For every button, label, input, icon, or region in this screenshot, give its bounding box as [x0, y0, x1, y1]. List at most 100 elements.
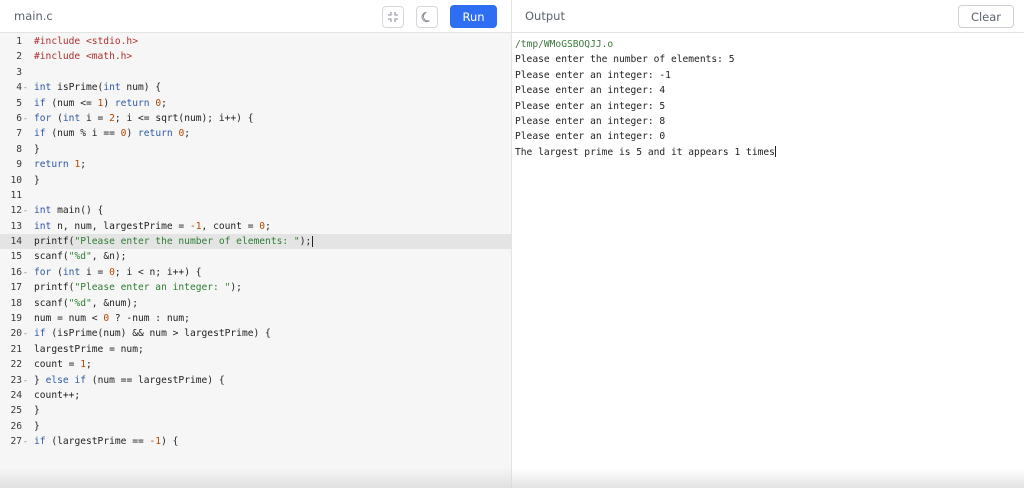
line-number: 23: [10, 374, 22, 386]
code-text: if (isPrime(num) && num > largestPrime) …: [34, 326, 271, 341]
code-token: (num <=: [45, 97, 98, 109]
code-text: #include <math.h>: [34, 49, 132, 64]
code-text: for (int i = 2; i <= sqrt(num); i++) {: [34, 111, 254, 126]
code-line[interactable]: 17 printf("Please enter an integer: ");: [0, 280, 511, 295]
code-token: if: [34, 436, 46, 448]
line-number: 1: [16, 36, 22, 47]
code-token: -1: [149, 436, 162, 448]
fold-toggle-icon[interactable]: -: [23, 326, 31, 341]
code-token: return: [138, 128, 173, 140]
code-token: if: [34, 328, 46, 340]
code-text: }: [34, 403, 40, 418]
code-token: <math.h>: [85, 51, 133, 63]
code-line[interactable]: 16- for (int i = 0; i < n; i++) {: [0, 265, 511, 280]
line-number: 7: [16, 128, 22, 140]
output-text: Please enter an integer: 8: [515, 115, 666, 127]
code-text: printf("Please enter an integer: ");: [34, 280, 242, 295]
code-line[interactable]: 9 return 1;: [0, 157, 511, 172]
code-token: else: [45, 374, 69, 386]
fold-toggle-icon[interactable]: -: [23, 434, 31, 449]
code-text: for (int i = 0; i < n; i++) {: [34, 265, 202, 280]
code-text: }: [34, 173, 40, 188]
code-token: ): [103, 97, 115, 109]
output-line: Please enter an integer: -1: [515, 68, 1024, 83]
code-token: (: [51, 266, 63, 278]
fold-toggle-icon[interactable]: -: [23, 265, 31, 280]
code-token: ;: [161, 97, 167, 109]
exit-fullscreen-icon: [388, 12, 398, 22]
code-line[interactable]: 13 int n, num, largestPrime = -1, count =…: [0, 219, 511, 234]
editor-tab-main-c[interactable]: main.c: [14, 9, 53, 23]
code-line[interactable]: 20- if (isPrime(num) && num > largestPrim…: [0, 326, 511, 341]
code-line[interactable]: 21 largestPrime = num;: [0, 342, 511, 357]
code-text: count = 1;: [34, 357, 92, 372]
code-line[interactable]: 2 #include <math.h>: [0, 49, 511, 64]
clear-button[interactable]: Clear: [958, 5, 1014, 28]
code-token: int: [62, 112, 81, 124]
code-token: printf(: [34, 236, 75, 248]
code-editor[interactable]: 1 #include <stdio.h> 2 #include <math.h> 3 4-…: [0, 33, 511, 488]
output-path: /tmp/WMoGSBOQJJ.o: [515, 39, 614, 50]
line-number: 13: [10, 220, 22, 232]
code-line[interactable]: 11: [0, 188, 511, 203]
line-number: 3: [16, 66, 22, 78]
code-line[interactable]: 22 count = 1;: [0, 357, 511, 372]
code-token: }: [34, 143, 40, 155]
code-token: "%d": [68, 297, 92, 309]
code-line[interactable]: 15 scanf("%d", &n);: [0, 249, 511, 264]
code-line[interactable]: 4- int isPrime(int num) {: [0, 80, 511, 95]
code-line[interactable]: 3: [0, 65, 511, 80]
code-token: if: [34, 97, 46, 109]
output-line: Please enter an integer: 5: [515, 99, 1024, 114]
fold-toggle-icon[interactable]: -: [23, 203, 31, 218]
code-token: , &num);: [91, 297, 138, 309]
fold-toggle-icon[interactable]: -: [23, 373, 31, 388]
fold-toggle-icon[interactable]: -: [23, 80, 31, 95]
code-token: int: [34, 205, 52, 217]
code-token: ;: [184, 128, 190, 140]
exit-fullscreen-button[interactable]: [382, 6, 404, 28]
panel-divider[interactable]: [511, 0, 512, 488]
code-line[interactable]: 24 count++;: [0, 388, 511, 403]
output-line: Please enter an integer: 8: [515, 114, 1024, 129]
fold-toggle-icon[interactable]: -: [23, 111, 31, 126]
code-line[interactable]: 27- if (largestPrime == -1) {: [0, 434, 511, 449]
code-line[interactable]: 5 if (num <= 1) return 0;: [0, 96, 511, 111]
code-line[interactable]: 8}: [0, 142, 511, 157]
code-token: if: [74, 374, 87, 386]
code-token: }: [34, 374, 46, 386]
code-token: , &n);: [91, 251, 127, 263]
theme-toggle-button[interactable]: [416, 6, 438, 28]
code-line[interactable]: 25}: [0, 403, 511, 418]
code-token: n, num, largestPrime =: [51, 220, 190, 232]
code-token: return: [114, 97, 150, 109]
code-token: printf(: [34, 282, 75, 294]
output-text: Please enter the number of elements: 5: [515, 54, 735, 66]
code-token: }: [34, 420, 40, 432]
code-token: ? -num : num;: [109, 313, 190, 325]
code-line[interactable]: 12- int main() {: [0, 203, 511, 218]
output-line: Please enter the number of elements: 5: [515, 52, 1024, 67]
code-line[interactable]: 23-} else if (num == largestPrime) {: [0, 373, 511, 388]
line-number: 12: [10, 205, 22, 217]
code-token: }: [34, 405, 40, 417]
code-line[interactable]: 14 printf("Please enter the number of ele…: [0, 234, 511, 250]
code-text: } else if (num == largestPrime) {: [34, 373, 225, 388]
code-text: printf("Please enter the number of eleme…: [34, 234, 314, 249]
code-line[interactable]: 7 if (num % i == 0) return 0;: [0, 126, 511, 141]
moon-icon: [421, 11, 430, 23]
code-token: <stdio.h>: [85, 36, 138, 47]
code-line[interactable]: 19 num = num < 0 ? -num : num;: [0, 311, 511, 326]
code-line[interactable]: 18 scanf("%d", &num);: [0, 296, 511, 311]
code-token: for: [34, 266, 52, 278]
code-token: largestPrime = num;: [34, 343, 144, 355]
code-line[interactable]: 6- for (int i = 2; i <= sqrt(num); i++) {: [0, 111, 511, 126]
code-token: i =: [80, 112, 110, 124]
code-line[interactable]: 10}: [0, 173, 511, 188]
run-button[interactable]: Run: [450, 5, 497, 28]
code-token: ;: [265, 220, 271, 232]
code-line[interactable]: 1 #include <stdio.h>: [0, 34, 511, 49]
code-text: if (num % i == 0) return 0;: [34, 126, 190, 141]
code-token: scanf(: [34, 297, 69, 309]
code-line[interactable]: 26}: [0, 419, 511, 434]
